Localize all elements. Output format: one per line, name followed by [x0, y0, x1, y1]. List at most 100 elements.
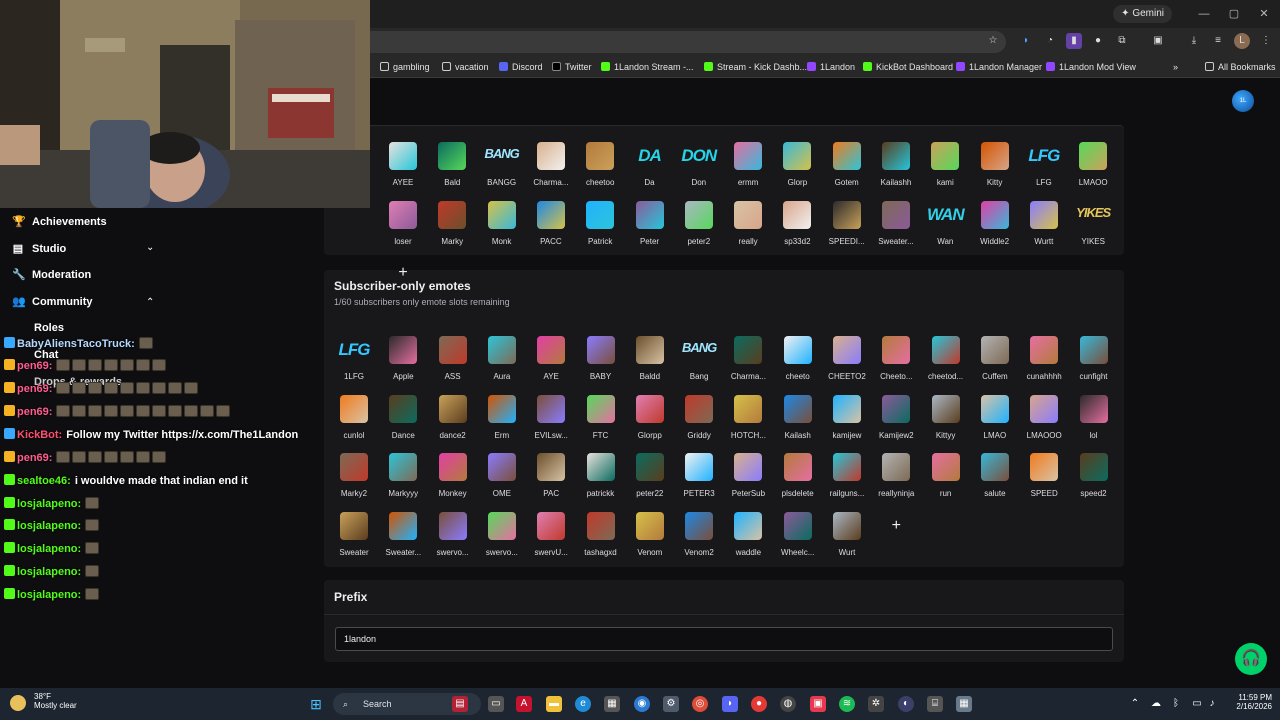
emote[interactable]: AYEE: [380, 142, 426, 196]
chat-username[interactable]: pen69:: [17, 406, 52, 418]
star-icon[interactable]: ☆: [985, 33, 1001, 49]
emote[interactable]: Kitty: [972, 142, 1018, 196]
chat-username[interactable]: losjalapeno:: [17, 566, 81, 578]
emote[interactable]: PAC: [528, 453, 574, 507]
emote[interactable]: Markyyy: [380, 453, 426, 507]
emote[interactable]: BANG BANGG: [479, 142, 525, 196]
emote[interactable]: sp33d2: [774, 200, 820, 255]
chat-username[interactable]: losjalapeno:: [17, 498, 81, 510]
bookmark-item[interactable]: 1Landon Stream -...: [601, 60, 694, 74]
sidebar-item-roles[interactable]: Roles: [34, 322, 64, 336]
emote[interactable]: railguns...: [824, 453, 870, 507]
emote[interactable]: PETER3: [676, 453, 722, 507]
bookmark-item[interactable]: 1Landon: [807, 60, 855, 74]
emote[interactable]: Venom2: [676, 512, 722, 566]
emote[interactable]: Kittyy: [923, 394, 969, 449]
chat-username[interactable]: pen69:: [17, 360, 52, 372]
emote[interactable]: patrickk: [578, 453, 624, 507]
emote[interactable]: BANG Bang: [676, 336, 722, 390]
steam-icon[interactable]: ◍: [780, 696, 796, 712]
emote[interactable]: ermm: [725, 142, 771, 196]
emote[interactable]: FTC: [578, 394, 624, 449]
emote[interactable]: Venom: [627, 512, 673, 566]
puzzle-icon[interactable]: ⧉: [1114, 33, 1130, 49]
chat-username[interactable]: BabyAliensTacoTruck:: [17, 338, 135, 350]
emote[interactable]: salute: [972, 453, 1018, 507]
chat-username[interactable]: pen69:: [17, 452, 52, 464]
extension-icon[interactable]: ●: [1090, 33, 1106, 49]
emote[interactable]: Kailash: [775, 394, 821, 449]
emote[interactable]: LFG 1LFG: [331, 336, 377, 390]
emote[interactable]: Sweater...: [380, 512, 426, 566]
bookmark-item[interactable]: KickBot Dashboard: [863, 60, 953, 74]
emote[interactable]: peter22: [627, 453, 673, 507]
emote[interactable]: Glorpp: [627, 394, 673, 449]
emote[interactable]: Wheelc...: [775, 512, 821, 566]
bookmark-item[interactable]: vacation: [442, 60, 489, 74]
windows-start-icon[interactable]: ⊞: [308, 696, 324, 712]
emote[interactable]: really: [725, 200, 771, 255]
app-icon[interactable]: ●: [751, 696, 767, 712]
emote[interactable]: Sweater: [331, 512, 377, 566]
emote[interactable]: cheetoo: [577, 142, 623, 196]
emote[interactable]: EVILsw...: [528, 394, 574, 449]
support-button[interactable]: 🎧: [1235, 643, 1267, 675]
all-bookmarks[interactable]: All Bookmarks: [1205, 60, 1276, 74]
bookmark-item[interactable]: 1Landon Manager: [956, 60, 1042, 74]
emote[interactable]: BABY: [578, 336, 624, 390]
emote[interactable]: AYE: [528, 336, 574, 390]
emote[interactable]: SPEEDI...: [824, 200, 870, 255]
emote[interactable]: Griddy: [676, 394, 722, 449]
chat-username[interactable]: KickBot:: [17, 429, 62, 441]
bookmark-item[interactable]: Discord: [499, 60, 543, 74]
emote[interactable]: PACC: [528, 200, 574, 255]
emote[interactable]: HOTCH...: [725, 394, 771, 449]
discord-icon[interactable]: ◗: [722, 696, 738, 712]
emote[interactable]: ASS: [430, 336, 476, 390]
app-icon[interactable]: ◐: [898, 696, 914, 712]
extension-icon[interactable]: ◗: [1018, 33, 1034, 49]
chrome-icon[interactable]: ◎: [692, 696, 708, 712]
emote[interactable]: Apple: [380, 336, 426, 390]
sidebar-item-achievements[interactable]: 🏆 Achievements: [12, 215, 107, 229]
add-emote-button[interactable]: +: [882, 512, 910, 540]
chat-username[interactable]: losjalapeno:: [17, 543, 81, 555]
minimize-icon[interactable]: —: [1196, 6, 1212, 22]
edge-icon[interactable]: e: [575, 696, 591, 712]
emote[interactable]: LFG LFG: [1021, 142, 1067, 196]
emote[interactable]: swervo...: [430, 512, 476, 566]
emote[interactable]: SPEED: [1021, 453, 1067, 507]
emote[interactable]: speed2: [1071, 453, 1117, 507]
emote[interactable]: cheetod...: [923, 336, 969, 390]
emote[interactable]: Aura: [479, 336, 525, 390]
volume-icon[interactable]: ♪: [1204, 696, 1220, 712]
emote[interactable]: LMAOO: [1070, 142, 1116, 196]
prefix-input[interactable]: [335, 627, 1113, 651]
emote[interactable]: CHEETO2: [824, 336, 870, 390]
bookmark-item[interactable]: Stream - Kick Dashb...: [704, 60, 807, 74]
emote[interactable]: lol: [1071, 394, 1117, 449]
chat-username[interactable]: pen69:: [17, 383, 52, 395]
emote[interactable]: run: [923, 453, 969, 507]
emote[interactable]: Charma...: [528, 142, 574, 196]
chevron-up-icon[interactable]: ⌃: [1127, 696, 1143, 712]
emote[interactable]: Bald: [429, 142, 475, 196]
chat-username[interactable]: losjalapeno:: [17, 589, 81, 601]
emote[interactable]: Sweater...: [873, 200, 919, 255]
download-icon[interactable]: ⤓: [1186, 33, 1202, 49]
media-icon[interactable]: ≡: [1210, 33, 1226, 49]
emote[interactable]: Erm: [479, 394, 525, 449]
maximize-icon[interactable]: ▢: [1226, 6, 1242, 22]
emote[interactable]: Monkey: [430, 453, 476, 507]
emote[interactable]: dance2: [430, 394, 476, 449]
chat-username[interactable]: sealtoe46:: [17, 475, 71, 487]
emote[interactable]: kami: [922, 142, 968, 196]
spotify-icon[interactable]: ≋: [839, 696, 855, 712]
sidebar-item-community[interactable]: 👥 Community: [12, 295, 93, 309]
bookmarks-overflow[interactable]: »: [1173, 60, 1178, 74]
emote[interactable]: Patrick: [577, 200, 623, 255]
emote[interactable]: Kamijew2: [873, 394, 919, 449]
emote[interactable]: waddle: [725, 512, 771, 566]
gemini-button[interactable]: ✦ Gemini: [1113, 5, 1172, 23]
emote[interactable]: DON Don: [676, 142, 722, 196]
